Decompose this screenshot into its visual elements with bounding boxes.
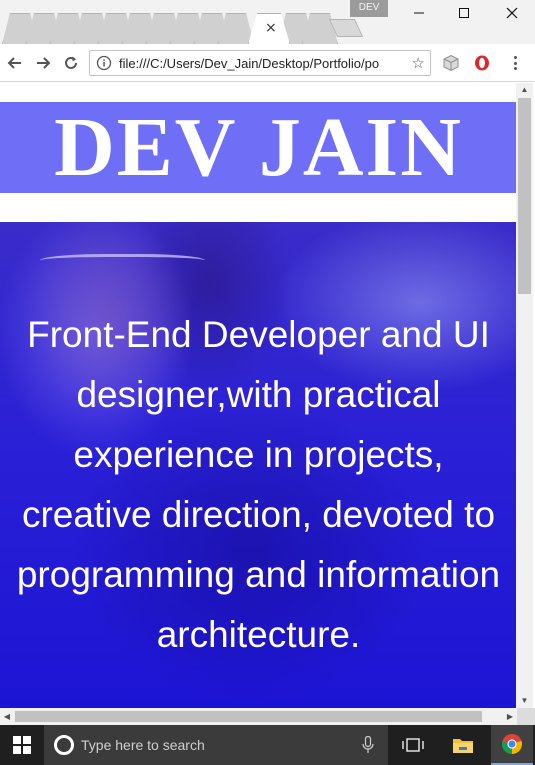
forward-button[interactable]: [33, 53, 53, 73]
profile-badge[interactable]: DEV: [350, 0, 388, 17]
task-view-button[interactable]: [392, 725, 434, 765]
browser-titlebar: × DEV: [0, 0, 535, 44]
close-icon: [506, 7, 518, 19]
search-placeholder[interactable]: Type here to search: [81, 737, 205, 753]
scroll-down-arrow-icon[interactable]: ▼: [516, 694, 533, 708]
maximize-icon: [459, 8, 469, 18]
page-viewport: DEV JAIN Front-End Developer and UI desi…: [0, 83, 517, 708]
page-title: DEV JAIN: [54, 100, 463, 194]
extension-cube-icon[interactable]: [442, 54, 460, 72]
minimize-button[interactable]: [396, 0, 442, 26]
scroll-up-arrow-icon[interactable]: ▲: [516, 83, 533, 97]
vertical-scrollbar[interactable]: ▲ ▼: [516, 83, 533, 708]
tab-strip: ×: [2, 13, 362, 44]
address-bar[interactable]: file:///C:/Users/Dev_Jain/Desktop/Portfo…: [89, 50, 431, 76]
browser-toolbar: file:///C:/Users/Dev_Jain/Desktop/Portfo…: [0, 44, 535, 82]
back-button[interactable]: [5, 53, 25, 73]
folder-icon: [453, 739, 473, 753]
browser-menu-button[interactable]: [506, 54, 524, 72]
chrome-taskbar-button[interactable]: [491, 725, 533, 765]
microphone-icon[interactable]: [362, 736, 374, 754]
windows-taskbar: Type here to search: [0, 725, 535, 765]
portfolio-header: DEV JAIN: [0, 102, 517, 193]
horizontal-scroll-thumb[interactable]: [15, 711, 482, 722]
horizontal-scrollbar[interactable]: ◀ ▶: [0, 708, 517, 725]
bookmark-star-icon[interactable]: ☆: [412, 54, 425, 72]
reload-icon: [65, 56, 77, 69]
close-window-button[interactable]: [489, 0, 535, 26]
close-tab-icon[interactable]: ×: [265, 20, 277, 36]
file-explorer-button[interactable]: [442, 725, 484, 765]
chrome-icon: [501, 734, 523, 755]
menu-dot: [513, 61, 517, 65]
cortana-icon[interactable]: [54, 735, 74, 755]
maximize-button[interactable]: [441, 0, 487, 26]
task-view-icon: [402, 738, 424, 752]
scroll-left-arrow-icon[interactable]: ◀: [0, 708, 14, 725]
scrollbar-corner: [517, 708, 535, 725]
hero-section: Front-End Developer and UI designer,with…: [0, 222, 517, 708]
menu-dot: [513, 56, 517, 59]
minimize-icon: [414, 12, 424, 14]
menu-dot: [513, 67, 517, 70]
hero-tagline: Front-End Developer and UI designer,with…: [16, 314, 501, 655]
address-url[interactable]: file:///C:/Users/Dev_Jain/Desktop/Portfo…: [119, 56, 402, 71]
browser-tab[interactable]: [218, 13, 254, 44]
vertical-scroll-thumb[interactable]: [518, 98, 531, 294]
scroll-right-arrow-icon[interactable]: ▶: [503, 708, 517, 725]
opera-extension-icon[interactable]: [473, 54, 491, 72]
info-icon[interactable]: [96, 55, 112, 71]
reload-button[interactable]: [61, 53, 81, 73]
start-button[interactable]: [0, 725, 44, 765]
windows-logo-icon: [13, 736, 31, 754]
arrow-right-icon: [37, 57, 51, 69]
browser-tab-active[interactable]: ×: [248, 13, 290, 44]
glasses-highlight: [40, 254, 205, 270]
taskbar-search[interactable]: Type here to search: [44, 725, 388, 765]
arrow-left-icon: [7, 57, 21, 69]
